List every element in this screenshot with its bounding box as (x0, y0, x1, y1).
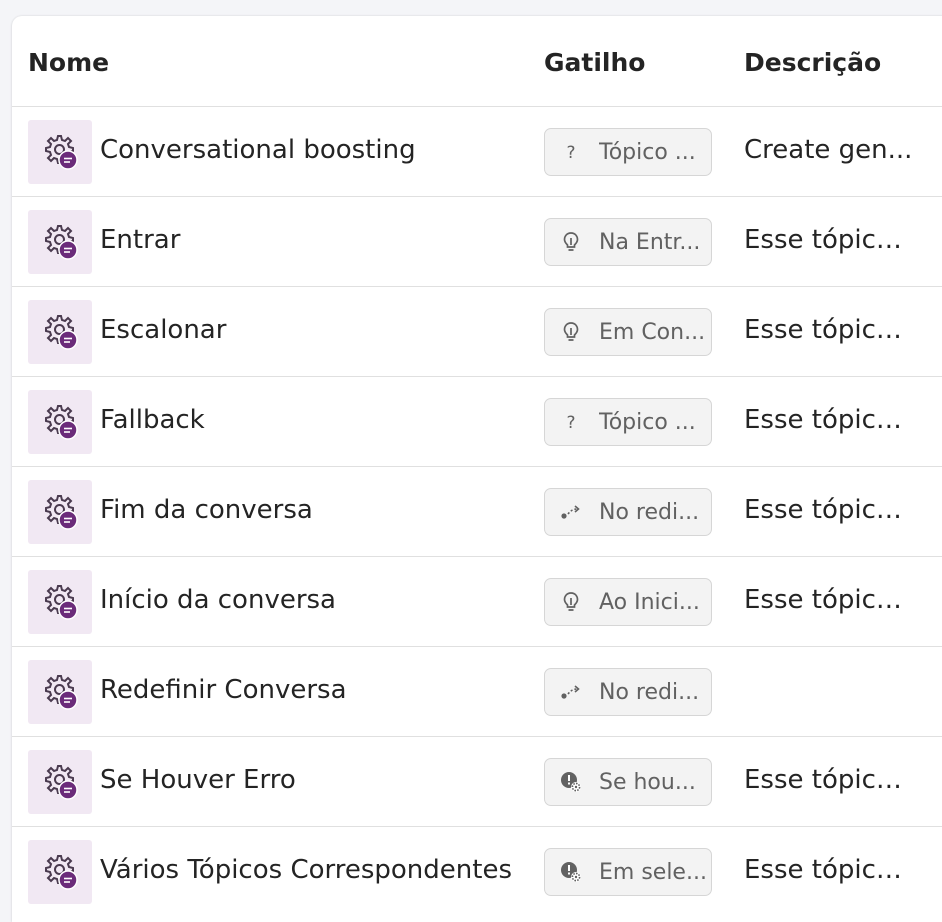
system-topic-icon (28, 840, 92, 904)
svg-text:?: ? (566, 143, 575, 163)
table-row[interactable]: Fim da conversa No redi... Esse tópico .… (12, 467, 942, 557)
trigger-pill[interactable]: Se hou... (544, 758, 712, 806)
table-row[interactable]: Vários Tópicos Correspondentes Em sele..… (12, 827, 942, 917)
topic-description: Create gen... (744, 135, 913, 165)
trigger-label: Em sele... (599, 859, 707, 885)
topic-description: Esse tópico ... (744, 855, 914, 885)
trigger-pill[interactable]: Na Entr... (544, 218, 712, 266)
trigger-pill[interactable]: No redi... (544, 488, 712, 536)
topic-name[interactable]: Se Houver Erro (100, 765, 296, 795)
topic-name[interactable]: Fim da conversa (100, 495, 313, 525)
trigger-label: Na Entr... (599, 229, 701, 255)
lightbulb-icon (559, 590, 583, 614)
topic-name[interactable]: Início da conversa (100, 585, 336, 615)
topic-name[interactable]: Entrar (100, 225, 180, 255)
topic-description: Esse tópico ... (744, 225, 914, 255)
error-gear-icon (559, 860, 583, 884)
table-row[interactable]: Início da conversa Ao Inici... Esse tópi… (12, 557, 942, 647)
question-icon: ? (559, 410, 583, 434)
trigger-label: Se hou... (599, 769, 696, 795)
table-header: Nome Gatilho Descrição (12, 16, 942, 107)
lightbulb-icon (559, 320, 583, 344)
system-topic-icon (28, 480, 92, 544)
topics-table: Nome Gatilho Descrição Conversational bo… (12, 16, 942, 922)
topic-description: Esse tópico ... (744, 495, 914, 525)
trigger-label: Tópico ... (599, 139, 696, 165)
table-row[interactable]: Redefinir Conversa No redi... (12, 647, 942, 737)
topic-name[interactable]: Fallback (100, 405, 205, 435)
table-row[interactable]: Fallback ? Tópico ... Esse tópico ... (12, 377, 942, 467)
trigger-pill[interactable]: ? Tópico ... (544, 128, 712, 176)
trigger-pill[interactable]: Em Con... (544, 308, 712, 356)
trigger-pill[interactable]: Em sele... (544, 848, 712, 896)
trigger-pill[interactable]: ? Tópico ... (544, 398, 712, 446)
table-row[interactable]: Entrar Na Entr... Esse tópico ... (12, 197, 942, 287)
system-topic-icon (28, 390, 92, 454)
topic-description: Esse tópico ... (744, 405, 914, 435)
topic-name[interactable]: Conversational boosting (100, 135, 416, 165)
topic-description: Esse tópico ... (744, 585, 914, 615)
table-row[interactable]: Escalonar Em Con... Esse tópico ... (12, 287, 942, 377)
topic-description: Esse tópico ... (744, 765, 914, 795)
system-topic-icon (28, 210, 92, 274)
topic-name[interactable]: Escalonar (100, 315, 226, 345)
question-icon: ? (559, 140, 583, 164)
trigger-label: Ao Inici... (599, 589, 700, 615)
svg-text:?: ? (566, 413, 575, 433)
table-row[interactable]: Se Houver Erro Se hou... Esse tópico ... (12, 737, 942, 827)
system-topic-icon (28, 300, 92, 364)
column-header-trigger[interactable]: Gatilho (544, 48, 645, 77)
system-topic-icon (28, 120, 92, 184)
column-header-description[interactable]: Descrição (744, 48, 881, 77)
topic-name[interactable]: Redefinir Conversa (100, 675, 347, 705)
redirect-icon (559, 500, 583, 524)
trigger-pill[interactable]: No redi... (544, 668, 712, 716)
redirect-icon (559, 680, 583, 704)
system-topic-icon (28, 570, 92, 634)
trigger-label: No redi... (599, 679, 700, 705)
table-row[interactable]: Conversational boosting ? Tópico ... Cre… (12, 107, 942, 197)
system-topic-icon (28, 750, 92, 814)
trigger-pill[interactable]: Ao Inici... (544, 578, 712, 626)
lightbulb-icon (559, 230, 583, 254)
topic-name[interactable]: Vários Tópicos Correspondentes (100, 855, 512, 885)
system-topic-icon (28, 660, 92, 724)
error-gear-icon (559, 770, 583, 794)
topic-description: Esse tópico ... (744, 315, 914, 345)
trigger-label: Em Con... (599, 319, 706, 345)
trigger-label: No redi... (599, 499, 700, 525)
trigger-label: Tópico ... (599, 409, 696, 435)
column-header-name[interactable]: Nome (28, 48, 109, 77)
